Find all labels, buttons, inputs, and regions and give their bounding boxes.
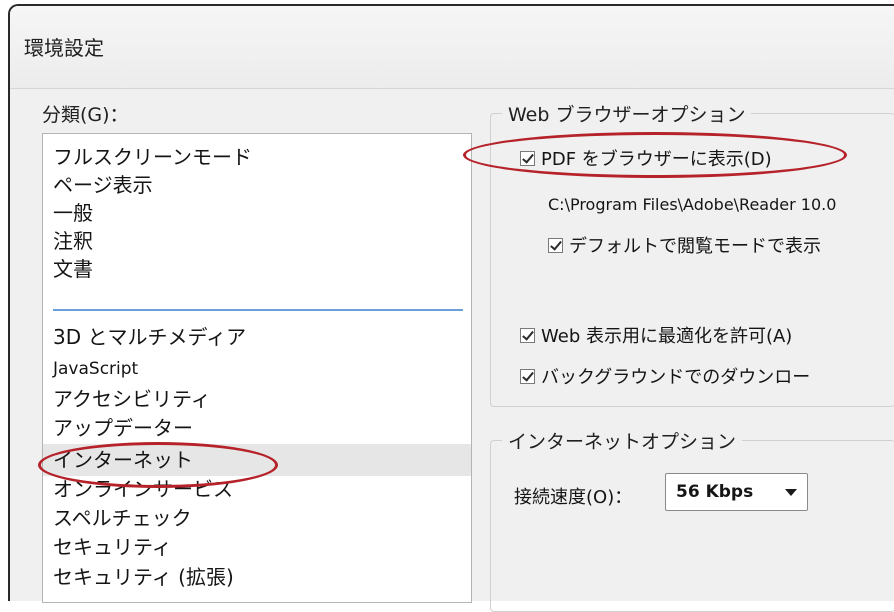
- checkbox-checked-icon[interactable]: [548, 237, 563, 253]
- category-item-security-enhanced[interactable]: セキュリティ (拡張): [53, 564, 234, 590]
- allow-fast-web-view-checkbox[interactable]: Web 表示用に最適化を許可(A): [520, 322, 792, 348]
- category-item-documents[interactable]: 文書: [53, 256, 93, 282]
- connection-speed-select[interactable]: 56 Kbps: [665, 473, 808, 511]
- annotation-oval-pdf-in-browser: [463, 132, 847, 178]
- category-item-comments[interactable]: 注釈: [53, 228, 93, 254]
- checkbox-checked-icon[interactable]: [520, 327, 535, 343]
- allow-background-download-label: バックグラウンドでのダウンロー: [541, 367, 811, 388]
- categories-list[interactable]: フルスクリーンモード ページ表示 一般 注釈 文書 3D とマルチメディア Ja…: [42, 133, 472, 603]
- category-item-javascript[interactable]: JavaScript: [53, 356, 138, 382]
- default-read-mode-checkbox[interactable]: デフォルトで閲覧モードで表示: [548, 232, 821, 258]
- chevron-down-icon[interactable]: [785, 489, 797, 496]
- category-item-spelling[interactable]: スペルチェック: [53, 505, 192, 531]
- connection-speed-value: 56 Kbps: [676, 482, 754, 502]
- default-read-mode-label: デフォルトで閲覧モードで表示: [569, 236, 821, 257]
- category-item-page-display[interactable]: ページ表示: [53, 172, 153, 198]
- internet-options-group: [490, 440, 894, 612]
- category-item-full-screen[interactable]: フルスクリーンモード: [53, 144, 252, 170]
- category-item-general[interactable]: 一般: [53, 200, 93, 226]
- window-title: 環境設定: [24, 36, 104, 60]
- web-browser-options-title: Web ブラウザーオプション: [502, 100, 752, 127]
- annotation-oval-internet: [38, 442, 278, 488]
- connection-speed-label: 接続速度(O)：: [514, 487, 633, 508]
- allow-fast-web-view-label: Web 表示用に最適化を許可(A): [541, 326, 793, 347]
- category-item-updater[interactable]: アップデーター: [53, 415, 193, 441]
- checkbox-checked-icon[interactable]: [520, 368, 535, 384]
- allow-background-download-checkbox[interactable]: バックグラウンドでのダウンロー: [520, 363, 810, 389]
- internet-options-title: インターネットオプション: [502, 427, 743, 454]
- title-bar[interactable]: 環境設定: [10, 6, 894, 89]
- category-item-security[interactable]: セキュリティ: [53, 534, 172, 560]
- reader-path: C:\Program Files\Adobe\Reader 10.0: [548, 195, 837, 214]
- category-item-3d-multimedia[interactable]: 3D とマルチメディア: [53, 324, 246, 350]
- categories-label: 分類(G)：: [42, 104, 129, 126]
- category-item-accessibility[interactable]: アクセシビリティ: [53, 386, 211, 412]
- category-separator: [53, 309, 463, 311]
